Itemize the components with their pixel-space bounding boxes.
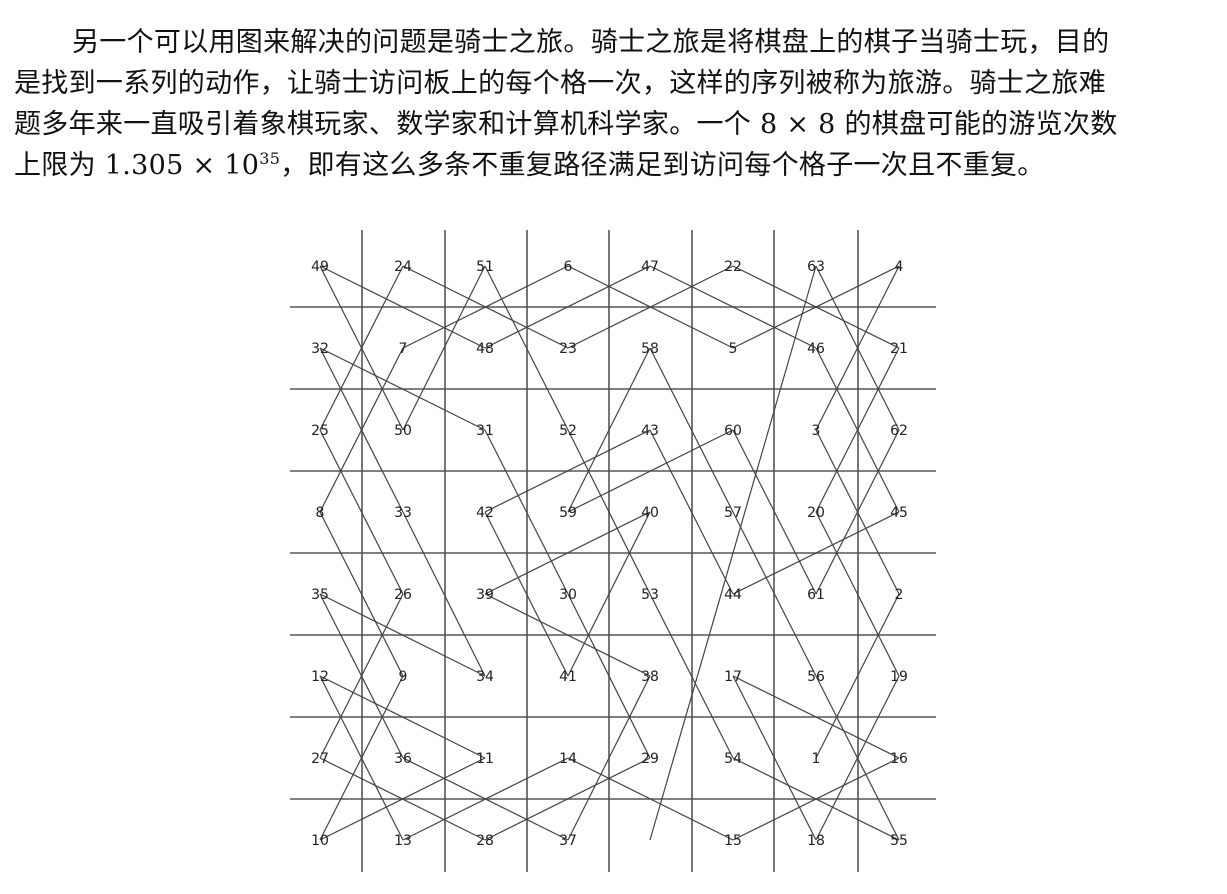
move-number-label: 46 xyxy=(807,341,825,357)
paragraph-line-4: 上限为 1.305 × 1035，即有这么多条不重复路径满足到访问每个格子一次且… xyxy=(14,149,1045,181)
paragraph-line-3: 题多年来一直吸引着象棋玩家、数学家和计算机科学家。一个 8 × 8 的棋盘可能的… xyxy=(14,109,1118,140)
move-number-label: 50 xyxy=(394,423,412,439)
move-number-label: 9 xyxy=(399,669,408,685)
move-number-label: 34 xyxy=(476,669,494,685)
move-number-label: 24 xyxy=(394,259,412,275)
tour-move-segment xyxy=(402,265,486,431)
move-number-label: 10 xyxy=(311,833,329,849)
move-number-label: 29 xyxy=(641,751,659,767)
move-number-label: 11 xyxy=(476,751,494,767)
move-number-label: 21 xyxy=(890,341,908,357)
move-number-label: 58 xyxy=(641,341,659,357)
move-number-label: 42 xyxy=(476,505,494,521)
move-number-label: 48 xyxy=(476,341,494,357)
exponent: 35 xyxy=(259,149,281,168)
move-number-label: 1 xyxy=(812,751,821,767)
move-number-label: 2 xyxy=(895,587,904,603)
move-number-label: 49 xyxy=(311,259,329,275)
knights-tour-figure: 49 24 51 6 47 22 63 4 32 7 48 23 58 5 46 21 25 50 31 52 43 60… xyxy=(290,230,936,872)
move-number-label: 56 xyxy=(807,669,825,685)
paragraph-line-2: 是找到一系列的动作，让骑士访问板上的每个格一次，这样的序列被称为旅游。骑士之旅难 xyxy=(14,68,1106,99)
move-number-label: 8 xyxy=(316,505,325,521)
move-number-label: 3 xyxy=(812,423,821,439)
move-number-label: 57 xyxy=(724,505,742,521)
move-number-label: 25 xyxy=(311,423,329,439)
move-number-label: 45 xyxy=(890,505,908,521)
move-number-label: 31 xyxy=(476,423,494,439)
move-number-label: 55 xyxy=(890,833,908,849)
move-number-label: 5 xyxy=(729,341,738,357)
move-number-label: 35 xyxy=(311,587,329,603)
move-number-label: 19 xyxy=(890,669,908,685)
move-number-label: 60 xyxy=(724,423,742,439)
move-number-label: 26 xyxy=(394,587,412,603)
knights-tour-board: 49 24 51 6 47 22 63 432 7 48 23 58 5 46 2125 50 31 52 43 60… xyxy=(290,230,936,872)
move-number-label: 51 xyxy=(476,259,494,275)
move-number-label: 16 xyxy=(890,751,908,767)
move-number-label: 38 xyxy=(641,669,659,685)
move-number-label: 23 xyxy=(559,341,577,357)
move-number-label: 14 xyxy=(559,751,577,767)
move-number-label: 4 xyxy=(895,259,904,275)
move-number-label: 54 xyxy=(724,751,742,767)
move-number-label: 44 xyxy=(724,587,742,603)
move-number-label: 30 xyxy=(559,587,577,603)
move-number-label: 27 xyxy=(311,751,329,767)
move-number-label: 47 xyxy=(641,259,659,275)
move-number-label: 28 xyxy=(476,833,494,849)
move-number-label: 43 xyxy=(641,423,659,439)
move-number-label: 52 xyxy=(559,423,577,439)
move-number-label: 6 xyxy=(564,259,573,275)
tour-move-segment xyxy=(402,511,486,677)
move-number-label: 20 xyxy=(807,505,825,521)
move-number-label: 53 xyxy=(641,587,659,603)
move-number-label: 62 xyxy=(890,423,908,439)
move-number-label: 15 xyxy=(724,833,742,849)
move-number-label: 12 xyxy=(311,669,329,685)
move-number-label: 33 xyxy=(394,505,412,521)
move-number-label: 37 xyxy=(559,833,577,849)
move-number-label: 40 xyxy=(641,505,659,521)
move-number-label: 7 xyxy=(399,341,408,357)
move-number-label: 63 xyxy=(807,259,825,275)
tour-description-paragraph: 另一个可以用图来解决的问题是骑士之旅。骑士之旅是将棋盘上的棋子当骑士玩，目的 是… xyxy=(14,22,1214,186)
move-number-label: 36 xyxy=(394,751,412,767)
move-number-label: 41 xyxy=(559,669,577,685)
move-number-label: 32 xyxy=(311,341,329,357)
move-number-label: 13 xyxy=(394,833,412,849)
move-number-label: 18 xyxy=(807,833,825,849)
move-number-label: 17 xyxy=(724,669,742,685)
move-number-label: 61 xyxy=(807,587,825,603)
move-number-label: 59 xyxy=(559,505,577,521)
paragraph-line-1: 另一个可以用图来解决的问题是骑士之旅。骑士之旅是将棋盘上的棋子当骑士玩，目的 xyxy=(72,27,1110,58)
move-number-label: 22 xyxy=(724,259,742,275)
move-number-label: 39 xyxy=(476,587,494,603)
